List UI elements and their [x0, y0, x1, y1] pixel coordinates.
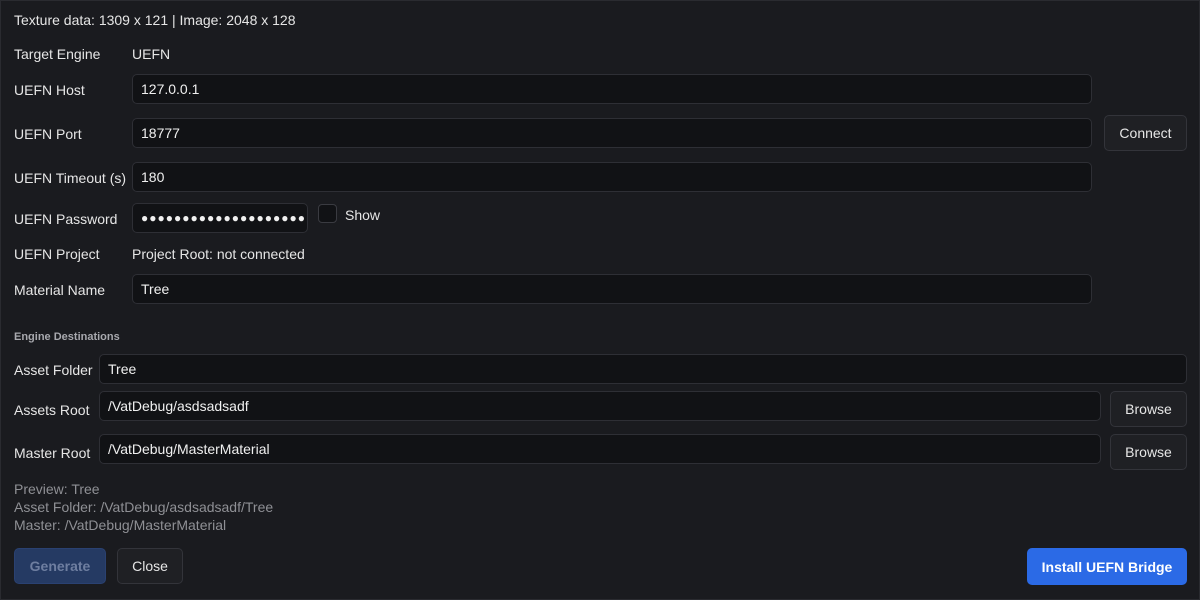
uefn-password-label: UEFN Password	[14, 211, 118, 227]
connect-button[interactable]: Connect	[1104, 115, 1187, 151]
uefn-port-label: UEFN Port	[14, 126, 82, 142]
uefn-port-input[interactable]	[132, 118, 1092, 148]
uefn-password-input[interactable]: ●●●●●●●●●●●●●●●●●●●●	[132, 203, 308, 233]
engine-destinations-heading: Engine Destinations	[14, 331, 120, 343]
master-root-input[interactable]	[99, 434, 1101, 464]
uefn-host-input[interactable]	[132, 74, 1092, 104]
asset-folder-input[interactable]	[99, 354, 1187, 384]
material-name-label: Material Name	[14, 282, 106, 298]
assets-root-input[interactable]	[99, 391, 1101, 421]
uefn-export-dialog: Texture data: 1309 x 121 | Image: 2048 x…	[0, 0, 1200, 600]
uefn-timeout-label: UEFN Timeout (s)	[14, 170, 127, 186]
show-password-label: Show	[345, 207, 381, 223]
assets-root-label: Assets Root	[14, 402, 90, 418]
asset-folder-label: Asset Folder	[14, 362, 93, 378]
assets-root-browse-button[interactable]: Browse	[1110, 391, 1187, 427]
uefn-host-label: UEFN Host	[14, 82, 85, 98]
uefn-timeout-input[interactable]	[132, 162, 1092, 192]
preview-asset-folder-text: Asset Folder: /VatDebug/asdsadsadf/Tree	[14, 499, 274, 515]
uefn-project-value: Project Root: not connected	[132, 246, 305, 262]
preview-master-text: Master: /VatDebug/MasterMaterial	[14, 517, 227, 533]
generate-button[interactable]: Generate	[14, 548, 106, 584]
target-engine-value: UEFN	[132, 46, 171, 62]
uefn-project-label: UEFN Project	[14, 246, 100, 262]
target-engine-label: Target Engine	[14, 46, 101, 62]
master-root-browse-button[interactable]: Browse	[1110, 434, 1187, 470]
install-uefn-bridge-button[interactable]: Install UEFN Bridge	[1027, 548, 1187, 585]
texture-info-text: Texture data: 1309 x 121 | Image: 2048 x…	[14, 12, 296, 28]
master-root-label: Master Root	[14, 445, 91, 461]
show-password-checkbox[interactable]	[318, 204, 337, 223]
preview-name-text: Preview: Tree	[14, 481, 100, 497]
close-button[interactable]: Close	[117, 548, 183, 584]
material-name-input[interactable]	[132, 274, 1092, 304]
